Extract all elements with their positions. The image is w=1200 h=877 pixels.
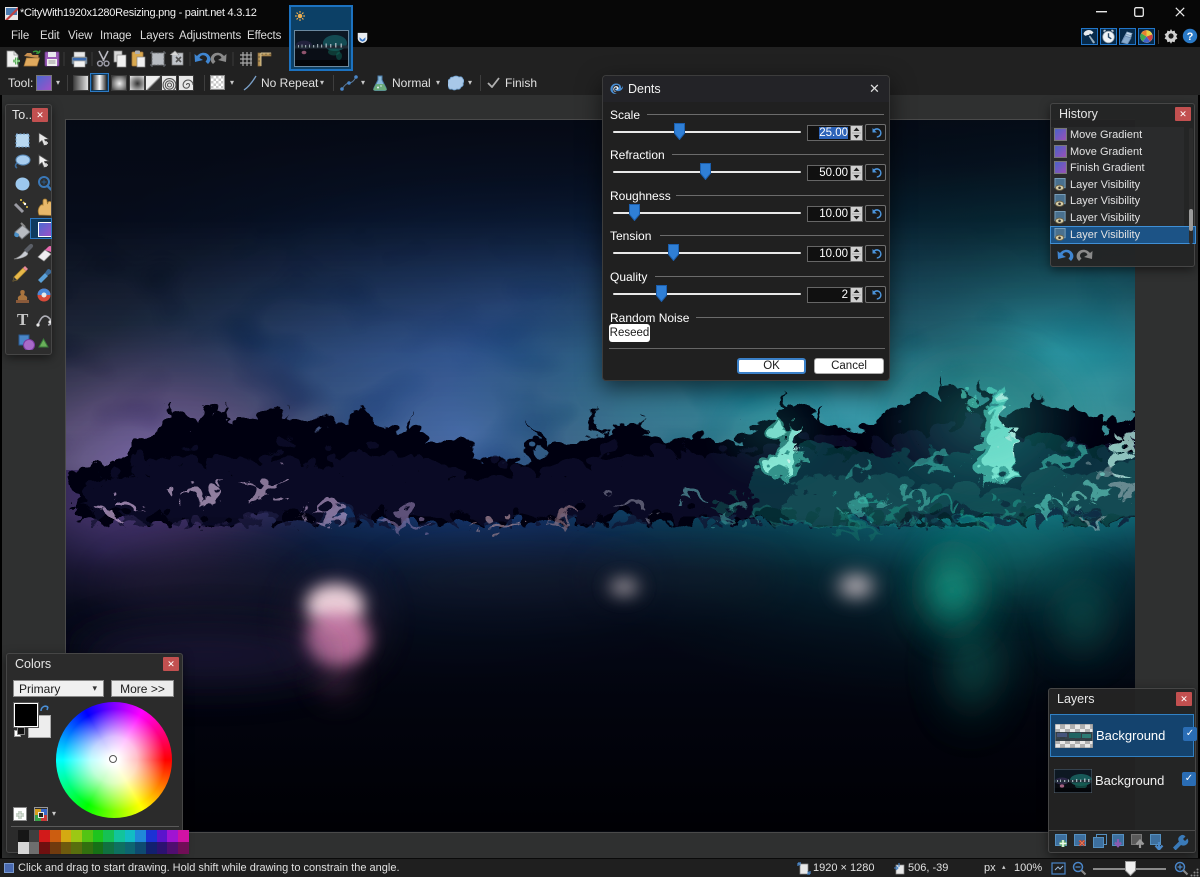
svg-text:T: T [17,310,29,329]
svg-text:?: ? [1187,31,1194,43]
